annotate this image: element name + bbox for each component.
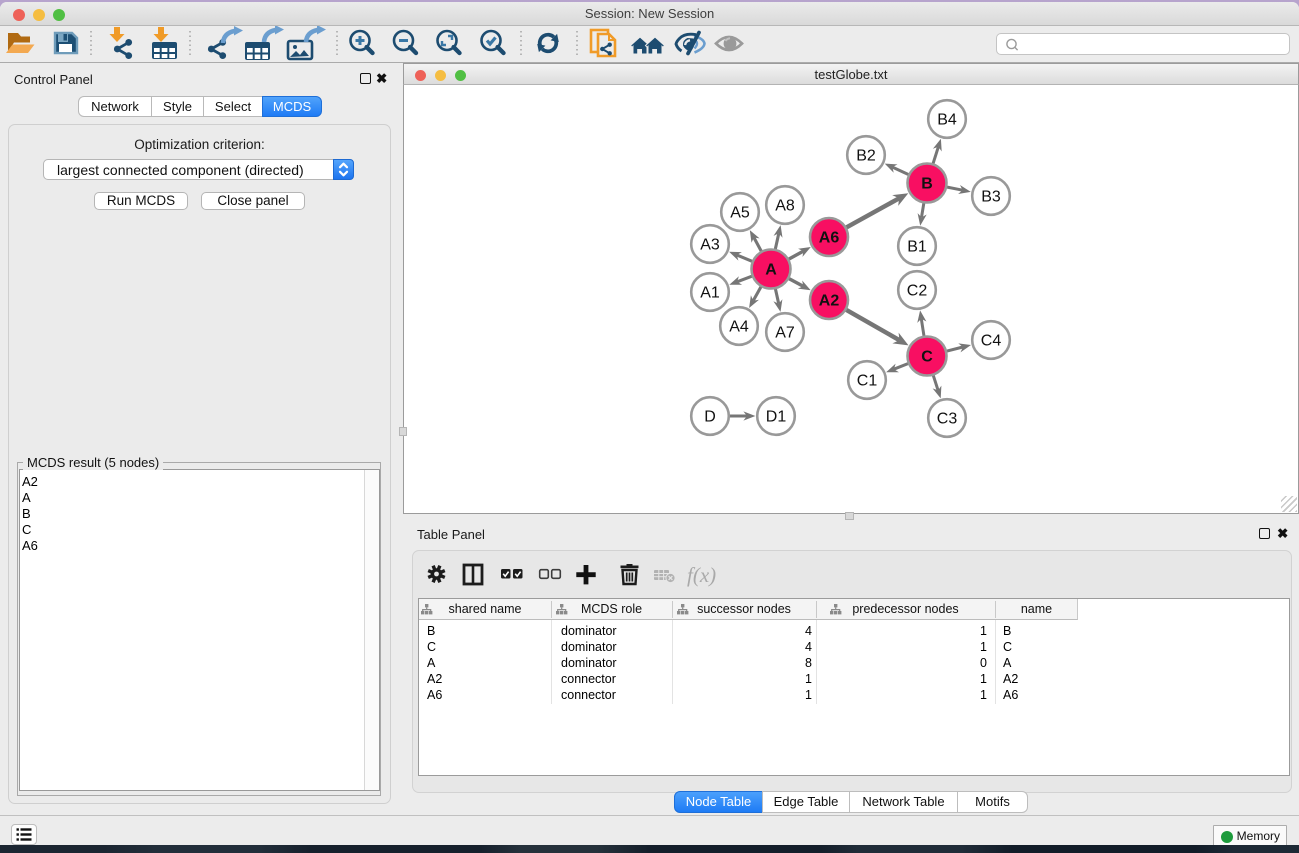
svg-text:A6: A6 — [819, 230, 840, 247]
svg-text:B: B — [921, 176, 933, 193]
svg-text:C1: C1 — [857, 373, 878, 390]
svg-text:B4: B4 — [937, 112, 957, 129]
svg-text:A: A — [765, 262, 777, 279]
svg-text:C3: C3 — [937, 411, 958, 428]
svg-text:A8: A8 — [775, 198, 795, 215]
svg-text:A7: A7 — [775, 325, 795, 342]
svg-text:C: C — [921, 349, 933, 366]
svg-text:C2: C2 — [907, 283, 928, 300]
svg-text:A3: A3 — [700, 237, 720, 254]
svg-text:B3: B3 — [981, 189, 1001, 206]
svg-text:f(x): f(x) — [687, 563, 716, 587]
svg-text:A2: A2 — [819, 293, 840, 310]
svg-text:B2: B2 — [856, 148, 876, 165]
svg-text:D: D — [704, 409, 716, 426]
svg-text:B1: B1 — [907, 239, 927, 256]
svg-text:D1: D1 — [766, 409, 787, 426]
svg-text:A1: A1 — [700, 285, 720, 302]
svg-text:A4: A4 — [729, 319, 749, 336]
svg-text:A5: A5 — [730, 205, 750, 222]
svg-text:C4: C4 — [981, 333, 1002, 350]
